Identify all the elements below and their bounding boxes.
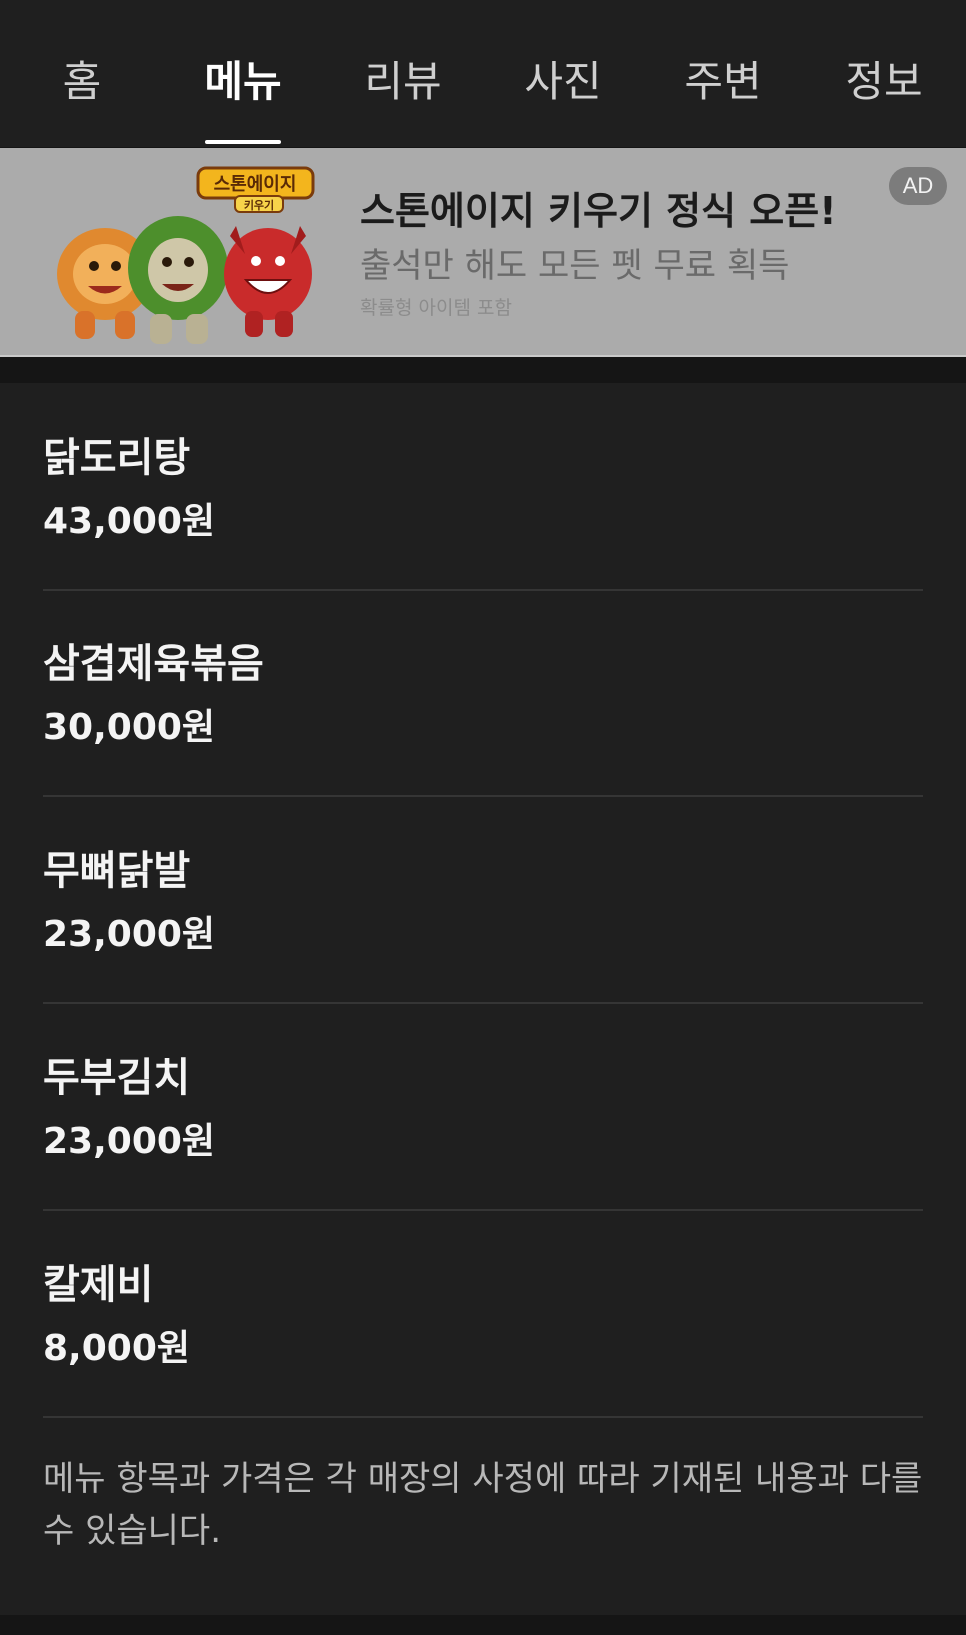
menu-item-name: 삼겹제육볶음 (43, 641, 264, 687)
menu-item-price: 8,000원 (43, 1328, 190, 1369)
tab-photos[interactable]: 사진 (503, 52, 623, 112)
menu-price-disclaimer: 메뉴 항목과 가격은 각 매장의 사정에 따라 기재된 내용과 다를 수 있습니… (43, 1459, 923, 1551)
red-dragon-character (224, 226, 312, 337)
menu-item[interactable]: 무뼈닭발 23,000원 (43, 796, 923, 1004)
tab-home[interactable]: 홈 (22, 52, 142, 112)
menu-item-name: 두부김치 (43, 1055, 191, 1101)
ad-banner[interactable]: 스톤에이지 키우기 스톤에이지 키우기 정식 오픈! 출석만 해도 모든 펫 무… (0, 148, 966, 357)
ad-subtitle: 출석만 해도 모든 펫 무료 획득 (360, 246, 790, 286)
tab-info[interactable]: 정보 (824, 52, 944, 112)
menu-list: 닭도리탕 43,000원 삼겹제육볶음 30,000원 무뼈닭발 23,000원… (0, 383, 966, 1615)
ad-title: 스톤에이지 키우기 정식 오픈! (360, 189, 837, 233)
ad-disclaimer-note: 확률형 아이템 포함 (360, 297, 512, 319)
game-logo-subtext: 키우기 (244, 198, 274, 212)
tab-menu[interactable]: 메뉴 (183, 52, 303, 112)
menu-item[interactable]: 닭도리탕 43,000원 (43, 383, 923, 591)
game-logo-text: 스톤에이지 (214, 174, 297, 195)
menu-item[interactable]: 칼제비 8,000원 (43, 1210, 923, 1418)
tab-reviews[interactable]: 리뷰 (343, 52, 463, 112)
menu-item[interactable]: 삼겹제육볶음 30,000원 (43, 589, 923, 797)
menu-item-price: 30,000원 (43, 707, 216, 748)
restaurant-menu-page: 홈 메뉴 리뷰 사진 주변 정보 스톤에이지 키우기 스톤에이지 키우기 정식 … (0, 0, 966, 1635)
green-lion-character (128, 216, 228, 344)
menu-item[interactable]: 두부김치 23,000원 (43, 1003, 923, 1211)
active-tab-indicator (205, 140, 281, 144)
menu-item-name: 칼제비 (43, 1262, 154, 1308)
ad-badge[interactable]: AD (889, 167, 947, 205)
game-logo: 스톤에이지 키우기 (196, 166, 315, 213)
tab-nearby[interactable]: 주변 (663, 52, 783, 112)
menu-item-name: 무뼈닭발 (43, 848, 191, 894)
menu-item-price: 43,000원 (43, 501, 216, 542)
menu-item-price: 23,000원 (43, 914, 216, 955)
menu-item-name: 닭도리탕 (43, 435, 191, 481)
menu-item-price: 23,000원 (43, 1121, 216, 1162)
tab-bar: 홈 메뉴 리뷰 사진 주변 정보 (0, 0, 966, 147)
game-characters-image: 스톤에이지 키우기 (57, 166, 315, 344)
